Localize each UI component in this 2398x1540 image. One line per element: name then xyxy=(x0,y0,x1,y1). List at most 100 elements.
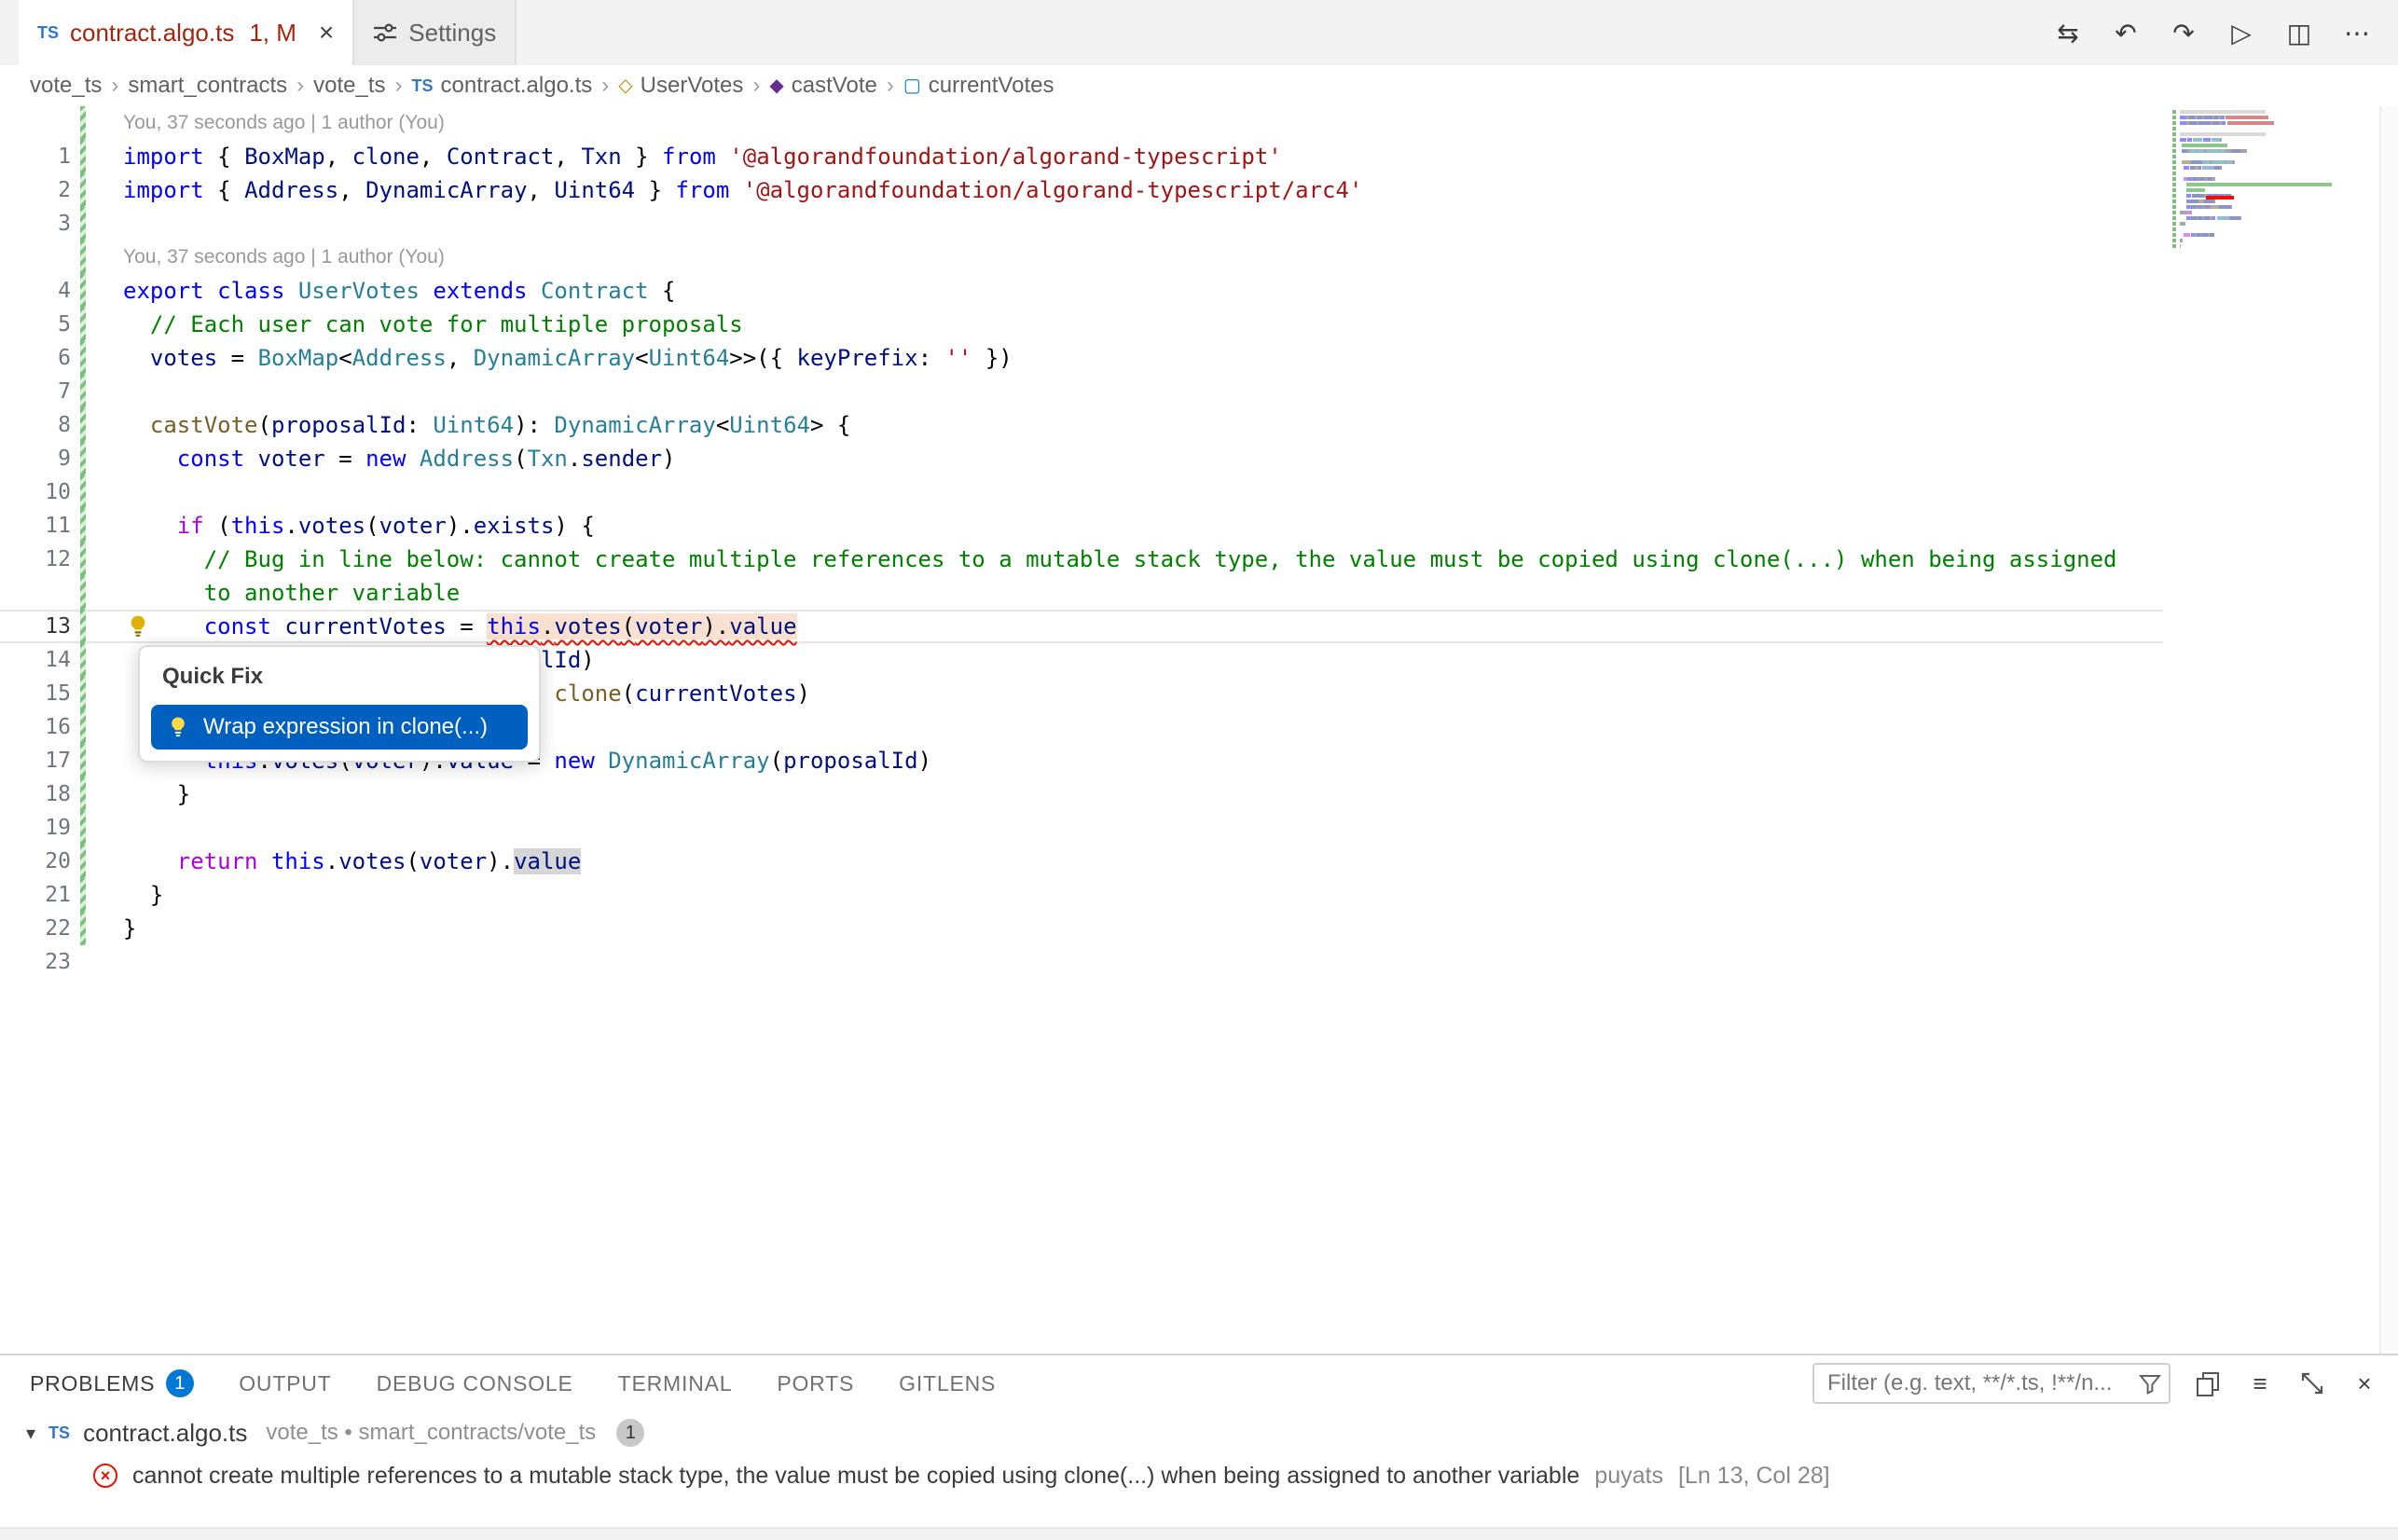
breadcrumb-item[interactable]: vote_ts xyxy=(313,73,385,99)
code-line[interactable]: 7 xyxy=(0,375,2163,408)
line-number[interactable]: 4 xyxy=(0,274,71,308)
tab-problems[interactable]: PROBLEMS 1 xyxy=(30,1369,194,1397)
line-number[interactable]: 17 xyxy=(0,744,71,777)
line-number[interactable]: 8 xyxy=(0,408,71,442)
code-line[interactable]: 2 import { Address, DynamicArray, Uint64 … xyxy=(0,173,2163,207)
code-line[interactable]: 20 return this.votes(voter).value xyxy=(0,845,2163,878)
next-change-icon[interactable]: ↷ xyxy=(2169,18,2198,48)
tab-contract-algo-ts[interactable]: TS contract.algo.ts 1, M × xyxy=(19,0,354,65)
gutter-change-indicator xyxy=(80,912,86,945)
open-changes-icon[interactable]: ⇆ xyxy=(2053,18,2083,48)
more-actions-icon[interactable]: ⋯ xyxy=(2342,18,2372,48)
close-tab-icon[interactable]: × xyxy=(319,20,334,46)
breadcrumb-item-variable[interactable]: ▢currentVotes xyxy=(903,73,1054,99)
problems-file-path: vote_ts • smart_contracts/vote_ts xyxy=(266,1420,596,1446)
editor-scrollbar[interactable] xyxy=(2379,106,2398,1354)
line-number[interactable]: 11 xyxy=(0,509,71,543)
gutter-change-indicator xyxy=(80,375,86,408)
breadcrumb-separator: › xyxy=(751,73,762,99)
line-number[interactable]: 16 xyxy=(0,710,71,744)
code-line[interactable]: 1 import { BoxMap, clone, Contract, Txn }… xyxy=(0,140,2163,173)
line-number[interactable]: 3 xyxy=(0,207,71,241)
line-number[interactable]: 20 xyxy=(0,845,71,878)
code-line[interactable]: 8 castVote(proposalId: Uint64): DynamicA… xyxy=(0,408,2163,442)
code-text: export class UserVotes extends Contract … xyxy=(123,274,675,308)
line-number[interactable]: 23 xyxy=(0,945,71,979)
quick-fix-action[interactable]: Wrap expression in clone(...) xyxy=(151,705,528,749)
line-number[interactable]: 5 xyxy=(0,308,71,341)
code-line-wrap[interactable]: to another variable xyxy=(0,576,2163,610)
codelens-row[interactable]: You, 37 seconds ago | 1 author (You) xyxy=(0,106,2163,140)
line-number[interactable]: 18 xyxy=(0,777,71,811)
code-line[interactable]: 23 xyxy=(0,945,2163,979)
problems-filter-input[interactable] xyxy=(1812,1363,2171,1404)
code-editor[interactable]: You, 37 seconds ago | 1 author (You) 1 imp… xyxy=(0,106,2398,1354)
code-line[interactable]: 5 // Each user can vote for multiple pro… xyxy=(0,308,2163,341)
breadcrumb-item-file[interactable]: TScontract.algo.ts xyxy=(412,73,593,99)
chevron-down-icon[interactable]: ▾ xyxy=(26,1422,35,1445)
line-number[interactable]: 2 xyxy=(0,173,71,207)
line-number[interactable] xyxy=(0,106,71,140)
line-number[interactable]: 14 xyxy=(0,643,71,677)
code-line[interactable]: 18 } xyxy=(0,777,2163,811)
code-line[interactable]: 9 const voter = new Address(Txn.sender) xyxy=(0,442,2163,475)
code-line[interactable]: 13 const currentVotes = this.votes(voter… xyxy=(0,610,2163,643)
problems-file-row[interactable]: ▾ TS contract.algo.ts vote_ts • smart_co… xyxy=(0,1411,2398,1454)
line-number[interactable]: 9 xyxy=(0,442,71,475)
error-source: puyats xyxy=(1594,1463,1663,1490)
breadcrumb-item[interactable]: vote_ts xyxy=(30,73,102,99)
code-line[interactable]: 21 } xyxy=(0,878,2163,912)
line-number[interactable]: 12 xyxy=(0,543,71,576)
line-number[interactable]: 15 xyxy=(0,677,71,710)
tab-output[interactable]: OUTPUT xyxy=(239,1371,331,1396)
code-line[interactable]: 12 // Bug in line below: cannot create m… xyxy=(0,543,2163,576)
line-number[interactable]: 22 xyxy=(0,912,71,945)
close-panel-icon[interactable]: × xyxy=(2350,1369,2379,1398)
line-number[interactable] xyxy=(0,576,71,610)
breadcrumb-item-class[interactable]: ◇UserVotes xyxy=(618,73,743,99)
code-line[interactable]: 22} xyxy=(0,912,2163,945)
line-number[interactable]: 1 xyxy=(0,140,71,173)
breadcrumb-item[interactable]: smart_contracts xyxy=(128,73,287,99)
codelens-row[interactable]: You, 37 seconds ago | 1 author (You) xyxy=(0,241,2163,274)
minimap[interactable] xyxy=(2163,110,2379,255)
previous-change-icon[interactable]: ↶ xyxy=(2111,18,2141,48)
view-as-list-icon[interactable]: ≡ xyxy=(2245,1369,2275,1398)
editor-actions: ⇆ ↶ ↷ ▷ ◫ ⋯ xyxy=(2053,0,2398,65)
copy-icon[interactable] xyxy=(2193,1370,2223,1396)
gutter-change-indicator xyxy=(80,945,86,979)
line-number[interactable] xyxy=(0,241,71,274)
code-text: import { BoxMap, clone, Contract, Txn } … xyxy=(123,140,1282,173)
lightbulb-icon[interactable] xyxy=(125,613,151,639)
line-number[interactable]: 6 xyxy=(0,341,71,375)
line-number[interactable]: 7 xyxy=(0,375,71,408)
tab-ports[interactable]: PORTS xyxy=(777,1371,854,1396)
code-line[interactable]: 3 xyxy=(0,207,2163,241)
code-line[interactable]: 4 export class UserVotes extends Contract… xyxy=(0,274,2163,308)
code-line[interactable]: 11 if (this.votes(voter).exists) { xyxy=(0,509,2163,543)
tab-gitlens[interactable]: GITLENS xyxy=(899,1371,996,1396)
codelens-text[interactable]: You, 37 seconds ago | 1 author (You) xyxy=(123,106,445,140)
line-number[interactable]: 13 xyxy=(0,610,71,643)
line-number[interactable]: 10 xyxy=(0,475,71,509)
breadcrumb-item-method[interactable]: ◆castVote xyxy=(769,73,876,99)
problems-count-badge: 1 xyxy=(166,1369,194,1397)
maximize-panel-icon[interactable] xyxy=(2297,1371,2327,1396)
panel-horizontal-scrollbar[interactable] xyxy=(0,1527,2398,1540)
line-number[interactable]: 19 xyxy=(0,811,71,845)
run-icon[interactable]: ▷ xyxy=(2226,18,2256,48)
line-number[interactable]: 21 xyxy=(0,878,71,912)
tab-debug-console[interactable]: DEBUG CONSOLE xyxy=(377,1371,573,1396)
split-editor-icon[interactable]: ◫ xyxy=(2284,18,2314,48)
code-text: import { Address, DynamicArray, Uint64 }… xyxy=(123,173,1362,207)
problems-error-row[interactable]: × cannot create multiple references to a… xyxy=(0,1454,2398,1497)
codelens-text[interactable]: You, 37 seconds ago | 1 author (You) xyxy=(123,241,445,274)
tab-terminal[interactable]: TERMINAL xyxy=(618,1371,733,1396)
code-line[interactable]: 6 votes = BoxMap<Address, DynamicArray<U… xyxy=(0,341,2163,375)
tab-settings[interactable]: Settings xyxy=(354,0,517,65)
code-line[interactable]: 19 xyxy=(0,811,2163,845)
code-area[interactable]: You, 37 seconds ago | 1 author (You) 1 imp… xyxy=(0,106,2163,979)
code-rows: You, 37 seconds ago | 1 author (You) 1 imp… xyxy=(0,106,2163,979)
code-text: votes = BoxMap<Address, DynamicArray<Uin… xyxy=(123,341,1013,375)
code-line[interactable]: 10 xyxy=(0,475,2163,509)
